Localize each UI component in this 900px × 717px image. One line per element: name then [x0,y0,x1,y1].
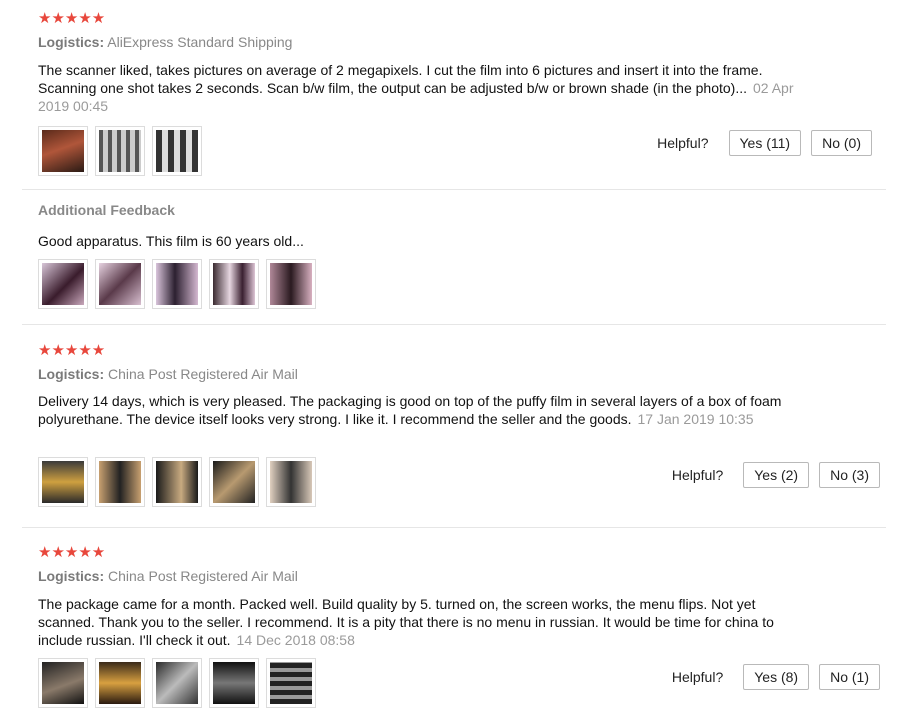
helpful-yes-button[interactable]: Yes (8) [743,664,810,690]
divider [22,324,886,325]
review-photo[interactable] [38,126,88,176]
additional-feedback-title: Additional Feedback [38,202,175,218]
logistics-line: Logistics: China Post Registered Air Mai… [38,366,298,382]
review-text: The package came for a month. Packed wel… [38,595,798,649]
logistics-value: AliExpress Standard Shipping [107,34,293,50]
review-photos [38,658,316,708]
review-body: The package came for a month. Packed wel… [38,596,774,648]
review-photo[interactable] [266,457,316,507]
review-photo[interactable] [95,658,145,708]
helpful-no-button[interactable]: No (3) [819,462,880,488]
review-photo[interactable] [152,658,202,708]
helpful-no-button[interactable]: No (0) [811,130,872,156]
review-photo[interactable] [95,457,145,507]
review-photo[interactable] [266,259,316,309]
helpful-label: Helpful? [657,135,709,151]
review-photo[interactable] [38,457,88,507]
helpful-box: Helpful? Yes (2) No (3) [672,462,880,488]
helpful-box: Helpful? Yes (11) No (0) [657,130,872,156]
rating-stars: ★★★★★ [38,10,106,27]
logistics-line: Logistics: China Post Registered Air Mai… [38,568,298,584]
review-body: The scanner liked, takes pictures on ave… [38,62,763,96]
review-date: 14 Dec 2018 08:58 [236,632,355,648]
helpful-no-button[interactable]: No (1) [819,664,880,690]
review-photo[interactable] [209,658,259,708]
rating-stars: ★★★★★ [38,342,106,359]
logistics-value: China Post Registered Air Mail [108,366,298,382]
logistics-label: Logistics: [38,34,105,50]
review-text: The scanner liked, takes pictures on ave… [38,61,798,115]
review-text: Delivery 14 days, which is very pleased.… [38,392,798,428]
review-photos [38,126,202,176]
divider [22,189,886,190]
helpful-label: Helpful? [671,669,724,685]
logistics-line: Logistics: AliExpress Standard Shipping [38,34,292,50]
review-photo[interactable] [209,457,259,507]
logistics-value: China Post Registered Air Mail [108,568,298,584]
review-photo[interactable] [152,126,202,176]
review-photo[interactable] [95,126,145,176]
helpful-label: Helpful? [671,467,724,483]
helpful-yes-button[interactable]: Yes (11) [728,130,802,156]
rating-stars: ★★★★★ [38,544,106,561]
review-photo[interactable] [209,259,259,309]
helpful-yes-button[interactable]: Yes (2) [743,462,810,488]
review-photo[interactable] [152,457,202,507]
additional-photos [38,259,316,309]
review-photos [38,457,316,507]
review-photo[interactable] [38,658,88,708]
review-photo[interactable] [152,259,202,309]
helpful-box: Helpful? Yes (8) No (1) [672,664,880,690]
review-photo[interactable] [95,259,145,309]
logistics-label: Logistics: [38,568,105,584]
logistics-label: Logistics: [38,366,105,382]
review-photo[interactable] [266,658,316,708]
review-photo[interactable] [38,259,88,309]
review-date: 17 Jan 2019 10:35 [637,411,754,427]
additional-feedback-text: Good apparatus. This film is 60 years ol… [38,233,304,249]
divider [22,527,886,528]
